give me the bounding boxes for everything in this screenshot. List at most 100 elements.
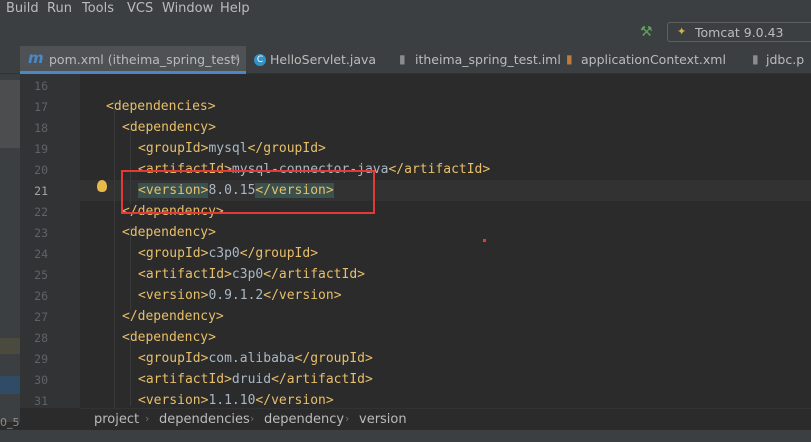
tab-helloservlet[interactable]: C HelloServlet.java (248, 46, 386, 74)
xml-value: c3p0 (208, 246, 240, 261)
close-icon[interactable]: ✕ (231, 52, 240, 65)
xml-tag: </artifactId> (271, 372, 373, 387)
project-panel-scrollbar[interactable] (0, 80, 20, 148)
tab-label: pom.xml (itheima_spring_test) (49, 52, 241, 67)
run-configuration-label: Tomcat 9.0.43 (695, 25, 784, 40)
line-number: 30 (34, 373, 48, 387)
xml-tag: <groupId> (138, 141, 209, 156)
line-number: 19 (34, 142, 48, 156)
xml-file-icon: ▮ (566, 52, 573, 66)
breadcrumb-dependencies[interactable]: dependencies (159, 412, 250, 427)
hammer-icon[interactable]: ⚒ (640, 24, 653, 40)
tab-iml[interactable]: ▮ itheima_spring_test.iml (394, 46, 561, 74)
line-number: 31 (34, 394, 48, 408)
menu-help[interactable]: Help (220, 1, 250, 16)
left-panel-text: 0_5 (0, 416, 20, 429)
code-line: <groupId>c3p0</groupId> (138, 246, 318, 261)
breadcrumb-version[interactable]: version (359, 412, 407, 427)
code-line: <artifactId>druid</artifactId> (138, 372, 373, 387)
tab-jdbc-properties[interactable]: ▮ jdbc.p (748, 46, 811, 74)
code-line: <version>0.9.1.2</version> (138, 288, 342, 303)
line-number: 29 (34, 352, 48, 366)
chevron-right-icon: › (145, 412, 150, 425)
code-line: <dependencies> (106, 99, 216, 114)
menu-build[interactable]: Build (6, 1, 39, 16)
panel-selection-marker (0, 338, 20, 354)
xml-tag: <groupId> (138, 246, 209, 261)
xml-value: druid (231, 372, 272, 387)
code-line: <groupId>com.alibaba</groupId> (138, 351, 373, 366)
indent-guide (114, 100, 115, 426)
toolbar: ⚒ ✦ Tomcat 9.0.43 (0, 20, 811, 46)
tab-label: jdbc.p (766, 52, 805, 67)
code-line: <dependency> (122, 225, 216, 240)
xml-value: 0.9.1.2 (208, 288, 264, 303)
class-icon: C (254, 54, 266, 66)
maven-icon: m (28, 49, 44, 67)
xml-tag: </groupId> (239, 246, 319, 261)
xml-value: mysql (208, 141, 248, 156)
indent-guide (130, 331, 131, 406)
menu-bar: Build Run Tools VCS Window Help (0, 0, 811, 20)
breadcrumb-project[interactable]: project (94, 412, 139, 427)
line-number: 25 (34, 268, 48, 282)
tab-pom-xml[interactable]: m pom.xml (itheima_spring_test) ✕ (20, 46, 246, 74)
xml-value: c3p0 (231, 267, 264, 282)
line-number: 17 (34, 100, 48, 114)
xml-tag: </groupId> (247, 141, 326, 156)
panel-selection-marker (0, 376, 20, 394)
run-configuration-selector[interactable]: ✦ Tomcat 9.0.43 (667, 22, 811, 42)
line-number: 22 (34, 205, 48, 219)
line-number: 21 (34, 184, 48, 198)
red-marker (483, 239, 486, 242)
xml-value: 1.1.10 (208, 393, 256, 408)
highlight-box (121, 170, 375, 214)
xml-tag: </dependency> (122, 309, 224, 324)
xml-tag: <dependencies> (106, 99, 216, 114)
code-line: <dependency> (122, 120, 216, 135)
menu-run[interactable]: Run (47, 1, 72, 16)
menu-vcs[interactable]: VCS (127, 1, 153, 16)
chevron-right-icon: › (345, 412, 350, 425)
code-line: <artifactId>c3p0</artifactId> (138, 267, 365, 282)
lightbulb-icon[interactable] (97, 180, 107, 192)
xml-tag: <dependency> (122, 225, 216, 240)
xml-tag: <version> (138, 393, 209, 408)
breadcrumb: project › dependencies › dependency › ve… (80, 408, 811, 430)
chevron-right-icon: › (250, 412, 255, 425)
xml-value: com.alibaba (208, 351, 295, 366)
tab-label: HelloServlet.java (270, 52, 377, 67)
xml-tag: <artifactId> (138, 267, 232, 282)
tab-applicationcontext[interactable]: ▮ applicationContext.xml (562, 46, 747, 74)
properties-file-icon: ▮ (752, 52, 759, 66)
line-number: 28 (34, 331, 48, 345)
xml-tag: <groupId> (138, 351, 209, 366)
xml-tag: </version> (263, 288, 342, 303)
tab-label: itheima_spring_test.iml (415, 52, 561, 67)
xml-tag: <dependency> (122, 330, 216, 345)
tab-label: applicationContext.xml (581, 52, 726, 67)
xml-tag: </version> (255, 393, 334, 408)
line-number: 16 (34, 79, 48, 93)
xml-tag: <version> (138, 288, 209, 303)
line-number: 26 (34, 289, 48, 303)
xml-tag: </groupId> (294, 351, 373, 366)
module-file-icon: ▮ (399, 52, 406, 66)
line-number: 24 (34, 247, 48, 261)
menu-window[interactable]: Window (162, 1, 213, 16)
line-number: 18 (34, 121, 48, 135)
status-bar (0, 430, 811, 442)
xml-tag: </artifactId> (263, 267, 365, 282)
code-line: <dependency> (122, 330, 216, 345)
code-line: <groupId>mysql</groupId> (138, 141, 326, 156)
menu-tools[interactable]: Tools (82, 1, 114, 16)
indent-guide (130, 226, 131, 310)
code-line: </dependency> (122, 309, 224, 324)
xml-tag: </artifactId> (388, 162, 491, 177)
line-number: 27 (34, 310, 48, 324)
line-number: 20 (34, 163, 48, 177)
xml-tag: <dependency> (122, 120, 216, 135)
xml-tag: <artifactId> (138, 372, 232, 387)
breadcrumb-dependency[interactable]: dependency (264, 412, 344, 427)
tomcat-icon: ✦ (677, 25, 687, 38)
